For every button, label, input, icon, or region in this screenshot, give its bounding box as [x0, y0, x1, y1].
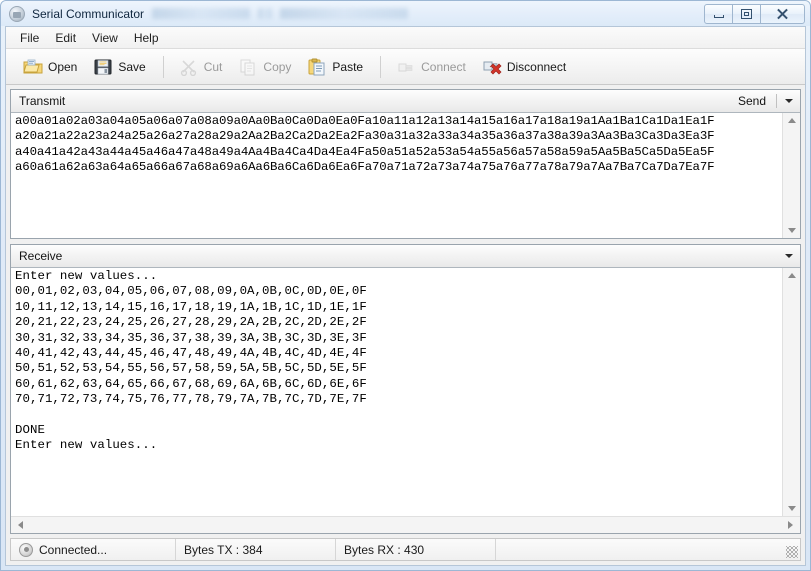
transmit-panel-title: Transmit	[19, 94, 731, 108]
status-connection-text: Connected...	[39, 543, 107, 557]
status-bytes-rx-cell: Bytes RX : 430	[336, 539, 496, 560]
receive-scroll-down-button[interactable]	[784, 501, 799, 516]
title-redacted-text-3	[280, 8, 408, 19]
transmit-panel-body: a00a01a02a03a04a05a06a07a08a09a0Aa0Ba0Ca…	[11, 113, 800, 238]
close-icon	[776, 8, 789, 20]
receive-scroll-up-button[interactable]	[784, 268, 799, 283]
restore-icon	[741, 9, 752, 19]
plug-disconnect-red-x-icon	[482, 58, 502, 76]
transmit-textarea[interactable]: a00a01a02a03a04a05a06a07a08a09a0Aa0Ba0Ca…	[11, 113, 782, 238]
receive-panel-title: Receive	[19, 249, 780, 263]
open-folder-icon	[23, 58, 43, 76]
window-title: Serial Communicator	[32, 7, 144, 21]
arrow-right-icon	[788, 521, 793, 529]
status-connection-cell: Connected...	[11, 539, 176, 560]
arrow-up-icon	[788, 273, 796, 278]
copy-button-label: Copy	[263, 60, 291, 74]
cut-button-label: Cut	[204, 60, 223, 74]
application-window: Serial Communicator File Edit View Help	[0, 0, 811, 571]
receive-vertical-scrollbar[interactable]	[782, 268, 800, 516]
transmit-scroll-down-button[interactable]	[784, 223, 799, 238]
resize-grip-icon[interactable]	[786, 546, 798, 558]
window-controls	[704, 4, 805, 24]
transmit-header-divider	[776, 94, 777, 108]
menu-item-help[interactable]: Help	[126, 29, 167, 47]
title-redacted-text-1	[152, 8, 250, 19]
chevron-down-icon	[785, 99, 793, 103]
clipboard-paste-icon	[307, 58, 327, 76]
receive-horizontal-scrollbar[interactable]	[11, 516, 800, 533]
panels-container: Transmit Send a00a01a02a03a04a05a06a07a0…	[6, 85, 805, 538]
arrow-left-icon	[18, 521, 23, 529]
transmit-vertical-scrollbar[interactable]	[782, 113, 800, 238]
save-button-label: Save	[118, 60, 145, 74]
client-area: File Edit View Help Open	[5, 26, 806, 566]
transmit-options-dropdown[interactable]	[780, 99, 798, 103]
menu-item-view[interactable]: View	[84, 29, 126, 47]
scissors-icon	[179, 58, 199, 76]
arrow-up-icon	[788, 118, 796, 123]
receive-scroll-right-button[interactable]	[783, 518, 798, 533]
status-bytes-tx-cell: Bytes TX : 384	[176, 539, 336, 560]
open-button-label: Open	[48, 60, 77, 74]
toolbar-separator-1	[163, 56, 164, 78]
toolbar-separator-2	[380, 56, 381, 78]
transmit-panel: Transmit Send a00a01a02a03a04a05a06a07a0…	[10, 89, 801, 239]
cut-button[interactable]: Cut	[172, 55, 230, 79]
connect-button-label: Connect	[421, 60, 466, 74]
title-redacted-text-2	[258, 8, 272, 19]
toolbar: Open Save	[6, 49, 805, 85]
receive-options-dropdown[interactable]	[780, 254, 798, 258]
send-button[interactable]: Send	[731, 93, 773, 109]
copy-button[interactable]: Copy	[231, 55, 298, 79]
receive-panel: Receive Enter new values... 00,01,02,03,…	[10, 244, 801, 534]
paste-button-label: Paste	[332, 60, 363, 74]
menu-item-file[interactable]: File	[12, 29, 47, 47]
arrow-down-icon	[788, 228, 796, 233]
receive-textarea[interactable]: Enter new values... 00,01,02,03,04,05,06…	[11, 268, 782, 516]
menu-item-edit[interactable]: Edit	[47, 29, 84, 47]
connect-button[interactable]: Connect	[389, 55, 473, 79]
status-spare-cell	[496, 539, 800, 560]
transmit-panel-header: Transmit Send	[11, 90, 800, 113]
minimize-button[interactable]	[704, 4, 733, 24]
disconnect-button[interactable]: Disconnect	[475, 55, 573, 79]
receive-panel-body: Enter new values... 00,01,02,03,04,05,06…	[11, 268, 800, 516]
disconnect-button-label: Disconnect	[507, 60, 566, 74]
menu-bar: File Edit View Help	[6, 27, 805, 49]
restore-button[interactable]	[732, 4, 761, 24]
minimize-icon	[714, 15, 724, 18]
status-bar: Connected... Bytes TX : 384 Bytes RX : 4…	[10, 538, 801, 561]
receive-scroll-left-button[interactable]	[13, 518, 28, 533]
transmit-scroll-up-button[interactable]	[784, 113, 799, 128]
connected-circle-icon	[19, 543, 33, 557]
title-bar: Serial Communicator	[1, 1, 810, 26]
close-button[interactable]	[760, 4, 805, 24]
copy-pages-icon	[238, 58, 258, 76]
plug-connect-icon	[396, 58, 416, 76]
paste-button[interactable]: Paste	[300, 55, 370, 79]
open-button[interactable]: Open	[16, 55, 84, 79]
arrow-down-icon	[788, 506, 796, 511]
save-button[interactable]: Save	[86, 55, 152, 79]
receive-panel-header: Receive	[11, 245, 800, 268]
chevron-down-icon	[785, 254, 793, 258]
app-logo-icon	[9, 6, 25, 22]
floppy-disk-icon	[93, 58, 113, 76]
